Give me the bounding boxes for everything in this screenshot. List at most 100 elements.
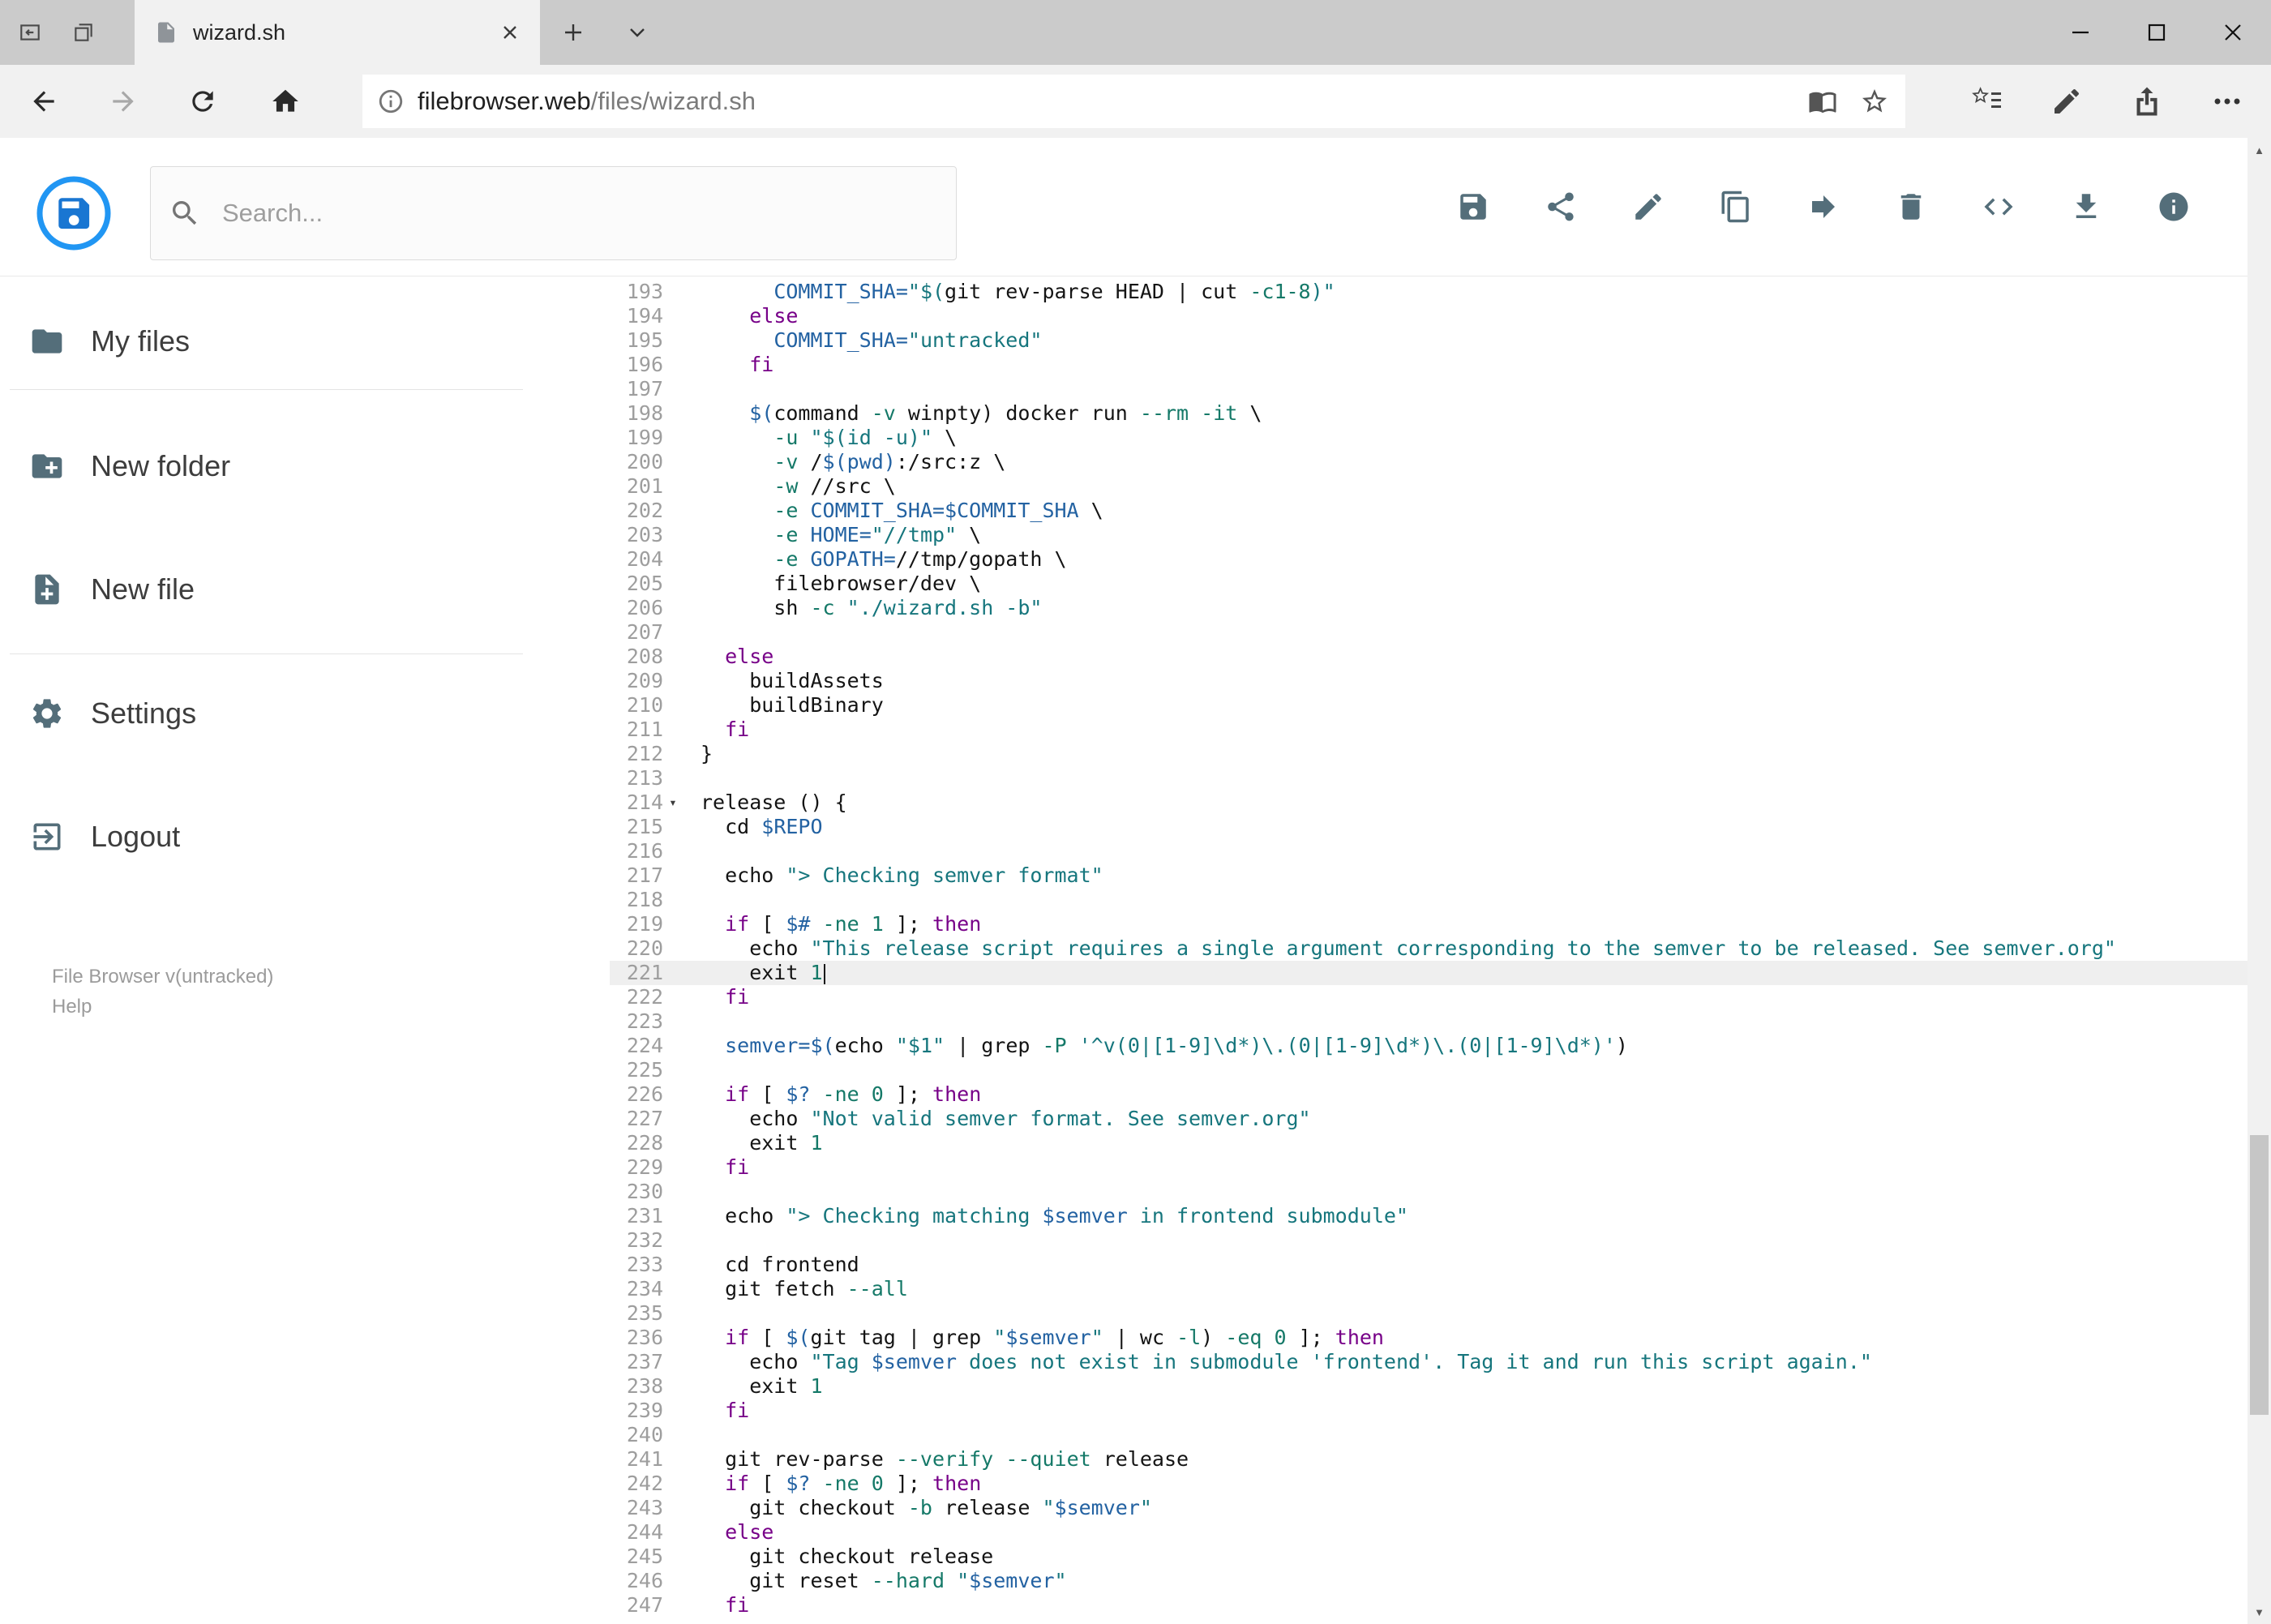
scrollbar-down-icon[interactable]: ▼	[2247, 1600, 2271, 1624]
rename-button[interactable]	[1631, 190, 1665, 224]
forward-button[interactable]	[108, 86, 139, 117]
code-line[interactable]: 208 else	[610, 645, 2247, 669]
code-line[interactable]: 230	[610, 1180, 2247, 1204]
code-view-button[interactable]	[1982, 190, 2016, 224]
code-line[interactable]: 228 exit 1	[610, 1131, 2247, 1155]
code-line[interactable]: 214 ▾ release () {	[610, 791, 2247, 815]
code-line[interactable]: 219 if [ $# -ne 1 ]; then	[610, 912, 2247, 936]
favorite-star-icon[interactable]	[1860, 87, 1889, 116]
code-line[interactable]: 210 buildBinary	[610, 693, 2247, 718]
code-line[interactable]: 197	[610, 377, 2247, 401]
tab-preview-icon[interactable]	[71, 20, 96, 45]
code-line[interactable]: 240	[610, 1423, 2247, 1447]
code-line[interactable]: 200 -v /$(pwd):/src:z \	[610, 450, 2247, 474]
share-icon[interactable]	[2131, 85, 2163, 118]
code-line[interactable]: 239 fi	[610, 1399, 2247, 1423]
help-link[interactable]: Help	[52, 992, 273, 1022]
code-line[interactable]: 245 git checkout release	[610, 1545, 2247, 1569]
new-tab-button[interactable]	[561, 20, 585, 45]
code-line[interactable]: 231 echo "> Checking matching $semver in…	[610, 1204, 2247, 1228]
web-notes-pen-icon[interactable]	[2050, 85, 2083, 118]
code-line[interactable]: 241 git rev-parse --verify --quiet relea…	[610, 1447, 2247, 1472]
download-button[interactable]	[2069, 190, 2103, 224]
sidebar-item-new-folder[interactable]: New folder	[0, 426, 535, 507]
info-button[interactable]	[2157, 190, 2191, 224]
code-line[interactable]: 229 fi	[610, 1155, 2247, 1180]
code-line[interactable]: 201 -w //src \	[610, 474, 2247, 499]
code-line[interactable]: 196 fi	[610, 353, 2247, 377]
code-line[interactable]: 233 cd frontend	[610, 1253, 2247, 1277]
sidebar-item-logout[interactable]: Logout	[0, 796, 535, 877]
code-line[interactable]: 206 sh -c "./wizard.sh -b"	[610, 596, 2247, 620]
code-line[interactable]: 216	[610, 839, 2247, 863]
code-line[interactable]: 242 if [ $? -ne 0 ]; then	[610, 1472, 2247, 1496]
browser-tab[interactable]: wizard.sh	[135, 0, 540, 65]
address-bar[interactable]: filebrowser.web/files/wizard.sh	[362, 75, 1905, 128]
save-button[interactable]	[1456, 190, 1490, 224]
site-info-icon[interactable]	[377, 88, 405, 115]
sidebar-item-my-files[interactable]: My files	[0, 301, 535, 382]
code-line[interactable]: 238 exit 1	[610, 1374, 2247, 1399]
code-line[interactable]: 227 echo "Not valid semver format. See s…	[610, 1107, 2247, 1131]
page-scrollbar[interactable]: ▲ ▼	[2247, 138, 2271, 1624]
code-line[interactable]: 222 fi	[610, 985, 2247, 1009]
code-line[interactable]: 232	[610, 1228, 2247, 1253]
code-line[interactable]: 207	[610, 620, 2247, 645]
code-line[interactable]: 243 git checkout -b release "$semver"	[610, 1496, 2247, 1520]
share-button[interactable]	[1544, 190, 1578, 224]
code-line[interactable]: 221 exit 1	[610, 961, 2247, 985]
code-line[interactable]: 195 COMMIT_SHA="untracked"	[610, 328, 2247, 353]
code-line[interactable]: 204 -e GOPATH=//tmp/gopath \	[610, 547, 2247, 572]
code-line[interactable]: 220 echo "This release script requires a…	[610, 936, 2247, 961]
fold-marker-icon[interactable]: ▾	[663, 791, 683, 815]
code-line[interactable]: 224 semver=$(echo "$1" | grep -P '^v(0|[…	[610, 1034, 2247, 1058]
window-maximize-button[interactable]	[2119, 0, 2195, 65]
delete-button[interactable]	[1894, 190, 1928, 224]
sidebar-item-settings[interactable]: Settings	[0, 673, 535, 754]
code-line[interactable]: 217 echo "> Checking semver format"	[610, 863, 2247, 888]
code-line[interactable]: 226 if [ $? -ne 0 ]; then	[610, 1082, 2247, 1107]
code-line[interactable]: 193 COMMIT_SHA="$(git rev-parse HEAD | c…	[610, 280, 2247, 304]
code-line[interactable]: 209 buildAssets	[610, 669, 2247, 693]
favorites-hub-icon[interactable]	[1970, 85, 2003, 118]
code-line[interactable]: 235	[610, 1301, 2247, 1326]
code-line[interactable]: 237 echo "Tag $semver does not exist in …	[610, 1350, 2247, 1374]
code-line[interactable]: 213	[610, 766, 2247, 791]
more-options-icon[interactable]	[2211, 85, 2243, 118]
scrollbar-thumb[interactable]	[2250, 1135, 2269, 1415]
code-line[interactable]: 225	[610, 1058, 2247, 1082]
tab-list-chevron-icon[interactable]	[626, 23, 649, 42]
code-area[interactable]: 193 COMMIT_SHA="$(git rev-parse HEAD | c…	[610, 276, 2247, 1624]
tabs-set-aside-icon[interactable]	[18, 20, 42, 45]
code-line[interactable]: 212}	[610, 742, 2247, 766]
code-line[interactable]: 205 filebrowser/dev \	[610, 572, 2247, 596]
code-line[interactable]: 215 cd $REPO	[610, 815, 2247, 839]
sidebar-item-new-file[interactable]: New file	[0, 549, 535, 630]
code-line[interactable]: 244 else	[610, 1520, 2247, 1545]
window-close-button[interactable]	[2195, 0, 2271, 65]
code-line[interactable]: 198 $(command -v winpty) docker run --rm…	[610, 401, 2247, 426]
code-line[interactable]: 223	[610, 1009, 2247, 1034]
back-button[interactable]	[28, 86, 59, 117]
refresh-button[interactable]	[187, 86, 218, 117]
search-input[interactable]	[221, 198, 889, 229]
home-button[interactable]	[270, 86, 301, 117]
scrollbar-up-icon[interactable]: ▲	[2247, 138, 2271, 162]
code-line[interactable]: 218	[610, 888, 2247, 912]
sidebar-item-label: New file	[91, 572, 195, 606]
search-box[interactable]	[150, 166, 957, 260]
code-line[interactable]: 199 -u "$(id -u)" \	[610, 426, 2247, 450]
code-line[interactable]: 203 -e HOME="//tmp" \	[610, 523, 2247, 547]
move-button[interactable]	[1806, 190, 1840, 224]
reading-view-icon[interactable]	[1808, 87, 1837, 116]
code-line[interactable]: 194 else	[610, 304, 2247, 328]
code-line[interactable]: 236 if [ $(git tag | grep "$semver" | wc…	[610, 1326, 2247, 1350]
code-line[interactable]: 234 git fetch --all	[610, 1277, 2247, 1301]
tab-close-icon[interactable]	[499, 22, 521, 43]
code-line[interactable]: 246 git reset --hard "$semver"	[610, 1569, 2247, 1593]
code-line[interactable]: 247 fi	[610, 1593, 2247, 1618]
code-line[interactable]: 202 -e COMMIT_SHA=$COMMIT_SHA \	[610, 499, 2247, 523]
code-line[interactable]: 211 fi	[610, 718, 2247, 742]
window-minimize-button[interactable]	[2042, 0, 2119, 65]
copy-button[interactable]	[1719, 190, 1753, 224]
